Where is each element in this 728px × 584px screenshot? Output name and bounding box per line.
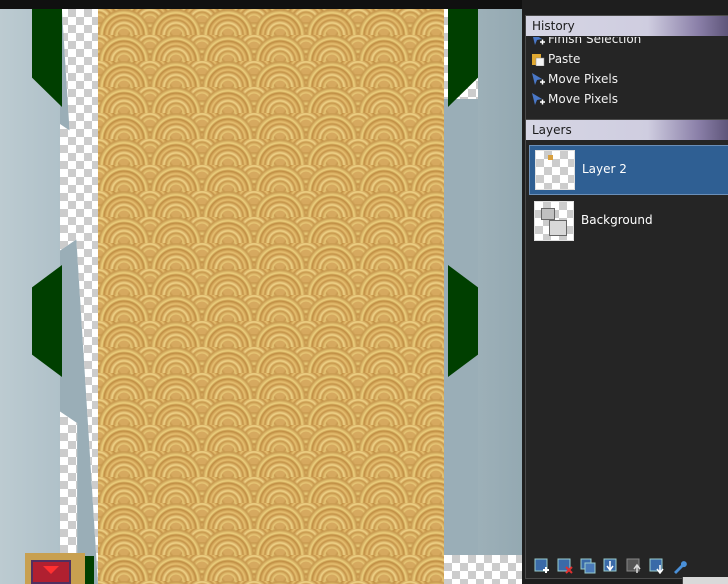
history-panel-title: History (526, 16, 728, 36)
history-item-label: Paste (548, 52, 581, 66)
history-item[interactable]: Move Pixels (526, 89, 728, 109)
layer-row-layer-2[interactable]: Layer 2 (529, 145, 728, 195)
sprite-fragment (25, 553, 85, 584)
layer-properties-icon[interactable] (672, 558, 688, 574)
delete-layer-icon[interactable] (557, 558, 573, 574)
layers-toolbar (526, 554, 728, 578)
move-layer-up-icon[interactable] (626, 558, 642, 574)
paste-icon (532, 54, 545, 66)
canvas-top-strip (0, 0, 522, 9)
transparent-region-left (60, 9, 98, 584)
status-corner (682, 577, 728, 584)
canvas-right-background (478, 9, 522, 584)
move-layer-down-icon[interactable] (649, 558, 665, 574)
mosaic-tile-texture (98, 9, 444, 584)
history-item[interactable]: Paste (526, 49, 728, 69)
history-panel: History Finish Selection Paste Move Pixe… (525, 15, 728, 120)
history-list[interactable]: Finish Selection Paste Move Pixels Move … (526, 37, 728, 119)
layers-panel: Layers Layer 2 Background (525, 119, 728, 579)
layer-name: Background (581, 213, 653, 227)
move-icon (532, 73, 545, 85)
green-notch-mid-right (448, 265, 478, 377)
green-post (85, 556, 94, 584)
history-item-label: Move Pixels (548, 92, 619, 106)
image-canvas[interactable] (0, 0, 522, 584)
duplicate-layer-icon[interactable] (580, 558, 596, 574)
transparent-region-right-bottom (444, 555, 522, 584)
move-icon (532, 93, 545, 105)
layer-thumbnail (535, 150, 575, 190)
history-item-label: Finish Selection (548, 37, 642, 46)
history-item[interactable]: Move Pixels (526, 69, 728, 89)
selection-icon (533, 37, 545, 45)
history-item-label: Move Pixels (548, 72, 619, 86)
history-item[interactable]: Finish Selection (526, 37, 728, 49)
layer-thumbnail (534, 201, 574, 241)
merge-down-icon[interactable] (603, 558, 619, 574)
add-layer-icon[interactable] (534, 558, 550, 574)
layer-row-background[interactable]: Background (529, 197, 728, 247)
layers-panel-title: Layers (526, 120, 728, 140)
layer-name: Layer 2 (582, 162, 627, 176)
